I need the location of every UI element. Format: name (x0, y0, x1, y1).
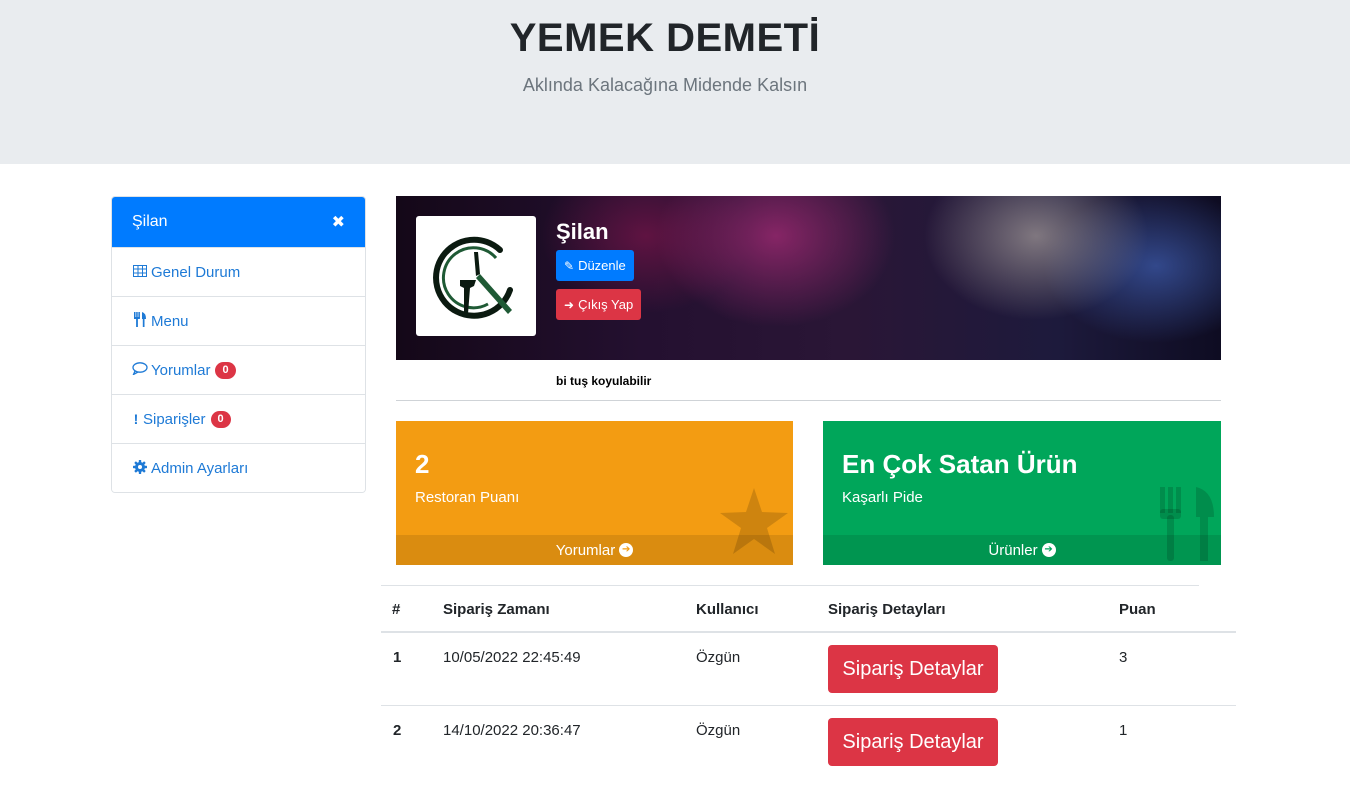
reviews-link[interactable]: Yorumlar ➔ (396, 535, 793, 565)
order-count-badge: 0 (210, 410, 231, 428)
arrow-circle-right-icon: ➔ (619, 543, 634, 557)
sidebar-item-label: Admin Ayarları (151, 459, 249, 477)
row-index: 1 (393, 649, 402, 666)
order-details-button[interactable]: Sipariş Detaylar (828, 718, 998, 766)
row-index: 2 (393, 722, 402, 739)
table-top-border (381, 585, 1199, 586)
logout-button-label: Çıkış Yap (578, 297, 634, 312)
divider (396, 400, 1221, 401)
best-seller-stat-box: En Çok Satan Ürün Kaşarlı Pide Ürünler ➔ (823, 421, 1221, 565)
comment-icon (132, 362, 148, 378)
products-link-label: Ürünler (988, 541, 1038, 559)
sidebar-item-label: Genel Durum (151, 263, 241, 281)
sidebar-item-siparisler[interactable]: ! Siparişler 0 (112, 394, 365, 443)
column-header-user: Kullanıcı (696, 601, 759, 618)
order-details-button[interactable]: Sipariş Detaylar (828, 645, 998, 693)
column-header-order-time: Sipariş Zamanı (443, 601, 550, 618)
arrow-circle-right-icon: ➔ (1041, 543, 1056, 557)
row-divider (381, 705, 1236, 706)
sidebar-item-admin-ayarlari[interactable]: Admin Ayarları (112, 443, 365, 492)
order-score: 1 (1119, 722, 1128, 739)
sidebar: Şilan ✖ Genel Durum Menu Yorumlar 0 ! Si… (111, 196, 366, 493)
profile-name: Şilan (556, 219, 609, 244)
restaurant-logo (416, 216, 536, 336)
profile-banner: Şilan ✎ Düzenle ➜ Çıkış Yap (396, 196, 1221, 360)
logout-button[interactable]: ➜ Çıkış Yap (556, 289, 642, 320)
site-title: YEMEK DEMETİ (509, 16, 821, 60)
gear-icon (132, 459, 148, 477)
edit-icon: ✎ (564, 258, 575, 273)
order-time: 14/10/2022 20:36:47 (443, 722, 581, 739)
site-header: YEMEK DEMETİ Aklında Kalacağına Midende … (0, 0, 1350, 164)
sign-out-icon: ➜ (564, 297, 575, 312)
exclamation-icon: ! (133, 411, 139, 427)
sidebar-item-label: Siparişler (143, 410, 206, 428)
edit-button-label: Düzenle (578, 258, 626, 273)
rating-label: Restoran Puanı (415, 489, 520, 506)
column-header-score: Puan (1119, 601, 1156, 618)
cutlery-icon (132, 312, 148, 330)
sidebar-item-label: Yorumlar (151, 361, 211, 379)
site-slogan: Aklında Kalacağına Midende Kalsın (522, 75, 808, 95)
column-header-order-details: Sipariş Detayları (828, 601, 946, 618)
close-icon[interactable]: ✖ (332, 212, 345, 232)
edit-button[interactable]: ✎ Düzenle (556, 250, 634, 281)
rating-value: 2 (415, 449, 430, 479)
order-user: Özgün (696, 649, 741, 666)
order-user: Özgün (696, 722, 741, 739)
reviews-link-label: Yorumlar (555, 541, 616, 559)
order-score: 3 (1119, 649, 1128, 666)
sidebar-item-label: Menu (151, 312, 189, 330)
rating-stat-box: 2 Restoran Puanı Yorumlar ➔ (396, 421, 793, 565)
comment-count-badge: 0 (215, 361, 236, 379)
products-link[interactable]: Ürünler ➔ (823, 535, 1221, 565)
placeholder-note: bi tuş koyulabilir (556, 374, 652, 388)
sidebar-item-genel-durum[interactable]: Genel Durum (112, 247, 365, 296)
order-time: 10/05/2022 22:45:49 (443, 649, 581, 666)
sidebar-item-menu[interactable]: Menu (112, 296, 365, 345)
table-header-border (381, 631, 1236, 633)
table-icon (132, 264, 148, 280)
column-header-index: # (392, 601, 401, 618)
best-seller-title: En Çok Satan Ürün (842, 449, 1078, 479)
best-seller-product: Kaşarlı Pide (842, 489, 923, 506)
sidebar-title: Şilan (132, 213, 168, 230)
sidebar-header: Şilan ✖ (112, 197, 365, 247)
sidebar-item-yorumlar[interactable]: Yorumlar 0 (112, 345, 365, 394)
